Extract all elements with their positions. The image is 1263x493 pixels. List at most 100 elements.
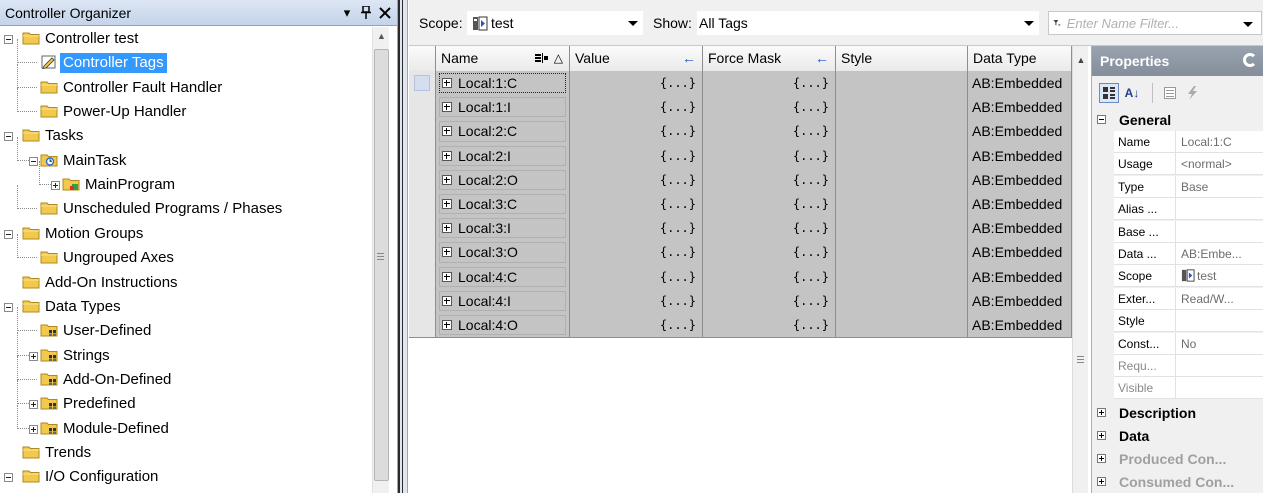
tag-name-cell[interactable]: Local:4:C xyxy=(436,264,570,290)
table-row[interactable]: Local:2:C {...} {...} AB:Embedded xyxy=(409,119,1072,145)
data-type-cell[interactable]: AB:Embedded xyxy=(968,167,1072,193)
tag-value-cell[interactable]: {...} xyxy=(570,119,703,145)
row-header[interactable] xyxy=(409,119,436,145)
property-row[interactable]: Usage <normal> xyxy=(1114,153,1263,176)
property-row[interactable]: Type Base xyxy=(1114,175,1263,198)
data-type-cell[interactable]: AB:Embedded xyxy=(968,216,1072,242)
property-value[interactable] xyxy=(1176,198,1263,221)
expand-plus-icon[interactable] xyxy=(1097,430,1106,440)
row-header[interactable] xyxy=(409,313,436,339)
scroll-thumb[interactable] xyxy=(374,49,389,481)
property-row[interactable]: Base ... xyxy=(1114,220,1263,243)
data-type-cell[interactable]: AB:Embedded xyxy=(968,95,1072,121)
property-value[interactable]: AB:Embe... xyxy=(1176,243,1263,265)
collapse-minus-icon[interactable] xyxy=(4,35,13,44)
expand-plus-icon[interactable] xyxy=(442,295,452,306)
row-header[interactable] xyxy=(409,240,436,266)
property-value[interactable] xyxy=(1176,377,1263,400)
column-header-force-mask[interactable]: Force Mask ← xyxy=(703,46,836,71)
tag-name-cell[interactable]: Local:2:O xyxy=(436,167,570,193)
expand-plus-icon[interactable] xyxy=(442,102,452,113)
force-mask-cell[interactable]: {...} xyxy=(703,192,836,218)
expand-plus-icon[interactable] xyxy=(442,126,452,137)
style-cell[interactable] xyxy=(836,240,968,266)
tree-item-controller-test[interactable]: Controller test xyxy=(0,27,372,51)
tree-item-power-up-handler[interactable]: Power-Up Handler xyxy=(0,88,372,124)
expand-plus-icon[interactable] xyxy=(442,223,452,234)
tag-value-cell[interactable]: {...} xyxy=(570,71,703,97)
column-header-data-type[interactable]: Data Type xyxy=(968,46,1072,71)
property-section-produced[interactable]: Produced Con... xyxy=(1092,448,1263,470)
table-row[interactable]: Local:1:C {...} {...} AB:Embedded xyxy=(409,71,1072,97)
tree-item-maintask[interactable]: MainTask xyxy=(0,136,372,173)
row-header[interactable] xyxy=(409,167,436,193)
table-row[interactable]: Local:2:I {...} {...} AB:Embedded xyxy=(409,143,1072,169)
tag-name-cell[interactable]: Local:4:I xyxy=(436,288,570,314)
style-cell[interactable] xyxy=(836,95,968,121)
style-cell[interactable] xyxy=(836,313,968,339)
collapse-minus-icon[interactable] xyxy=(4,229,13,239)
tree-item-unscheduled-programs-phases[interactable]: Unscheduled Programs / Phases xyxy=(0,185,372,221)
panel-menu-icon[interactable]: ▾ xyxy=(339,5,355,21)
row-header[interactable] xyxy=(409,288,436,314)
row-header[interactable] xyxy=(409,192,436,218)
style-cell[interactable] xyxy=(836,264,968,290)
property-row[interactable]: Scope test xyxy=(1114,265,1263,288)
grid-scrollbar[interactable]: ▲ xyxy=(1072,46,1088,493)
expand-plus-icon[interactable] xyxy=(442,174,452,185)
expand-plus-icon[interactable] xyxy=(442,320,452,330)
property-row[interactable]: Requ... xyxy=(1114,355,1263,377)
property-row[interactable]: Alias ... xyxy=(1114,198,1263,221)
tree-item-user-defined[interactable]: User-Defined xyxy=(0,307,372,343)
row-header[interactable] xyxy=(409,264,436,290)
events-button[interactable] xyxy=(1182,83,1202,103)
table-row[interactable]: Local:2:O {...} {...} AB:Embedded xyxy=(409,167,1072,193)
tree-item-i-o-configuration[interactable]: I/O Configuration xyxy=(0,465,372,489)
property-value[interactable]: Base xyxy=(1176,175,1263,198)
property-value[interactable] xyxy=(1176,310,1263,333)
row-header[interactable] xyxy=(409,71,436,97)
style-cell[interactable] xyxy=(836,71,968,97)
column-header-style[interactable]: Style xyxy=(836,46,968,71)
style-cell[interactable] xyxy=(836,167,968,193)
table-row[interactable]: Local:3:C {...} {...} AB:Embedded xyxy=(409,192,1072,218)
refresh-icon[interactable] xyxy=(1243,53,1257,67)
tag-value-cell[interactable]: {...} xyxy=(570,240,703,266)
tree-item-predefined[interactable]: Predefined xyxy=(0,380,372,416)
collapse-minus-icon[interactable] xyxy=(4,473,13,483)
property-pages-button[interactable] xyxy=(1152,83,1180,103)
table-row[interactable]: Local:4:O {...} {...} AB:Embedded xyxy=(409,313,1072,339)
scroll-up-arrow-icon[interactable]: ▲ xyxy=(373,27,390,44)
property-row[interactable]: Const... No xyxy=(1114,332,1263,355)
expand-plus-icon[interactable] xyxy=(442,78,452,88)
name-filter-input[interactable] xyxy=(1066,15,1261,31)
tree-item-strings[interactable]: Strings xyxy=(0,331,372,368)
scroll-up-arrow-icon[interactable]: ▲ xyxy=(1073,52,1089,69)
table-row[interactable]: Local:3:O {...} {...} AB:Embedded xyxy=(409,240,1072,266)
property-value[interactable]: No xyxy=(1176,332,1263,355)
expand-plus-icon[interactable] xyxy=(442,150,452,161)
expand-plus-icon[interactable] xyxy=(1097,476,1106,486)
force-mask-cell[interactable]: {...} xyxy=(703,288,836,314)
property-value[interactable]: <normal> xyxy=(1176,153,1263,176)
tag-name-cell[interactable]: Local:3:O xyxy=(436,240,570,266)
force-mask-cell[interactable]: {...} xyxy=(703,143,836,169)
expand-plus-icon[interactable] xyxy=(1097,407,1106,417)
property-row[interactable]: Data ... AB:Embe... xyxy=(1114,243,1263,265)
data-type-cell[interactable]: AB:Embedded xyxy=(968,288,1072,314)
style-cell[interactable] xyxy=(836,288,968,314)
alphabetical-view-button[interactable]: A↓ xyxy=(1122,83,1142,103)
style-cell[interactable] xyxy=(836,192,968,218)
tree-item-controller-tags[interactable]: Controller Tags xyxy=(0,39,372,75)
expand-plus-icon[interactable] xyxy=(29,400,38,410)
force-mask-cell[interactable]: {...} xyxy=(703,264,836,290)
tag-value-cell[interactable]: {...} xyxy=(570,192,703,218)
collapse-minus-icon[interactable] xyxy=(4,132,13,142)
tag-name-cell[interactable]: Local:2:C xyxy=(436,119,570,145)
tree-item-ungrouped-axes[interactable]: Ungrouped Axes xyxy=(0,234,372,270)
style-cell[interactable] xyxy=(836,119,968,145)
panel-splitter[interactable] xyxy=(398,0,408,493)
row-header[interactable] xyxy=(409,216,436,242)
style-cell[interactable] xyxy=(836,216,968,242)
expand-plus-icon[interactable] xyxy=(442,271,452,282)
